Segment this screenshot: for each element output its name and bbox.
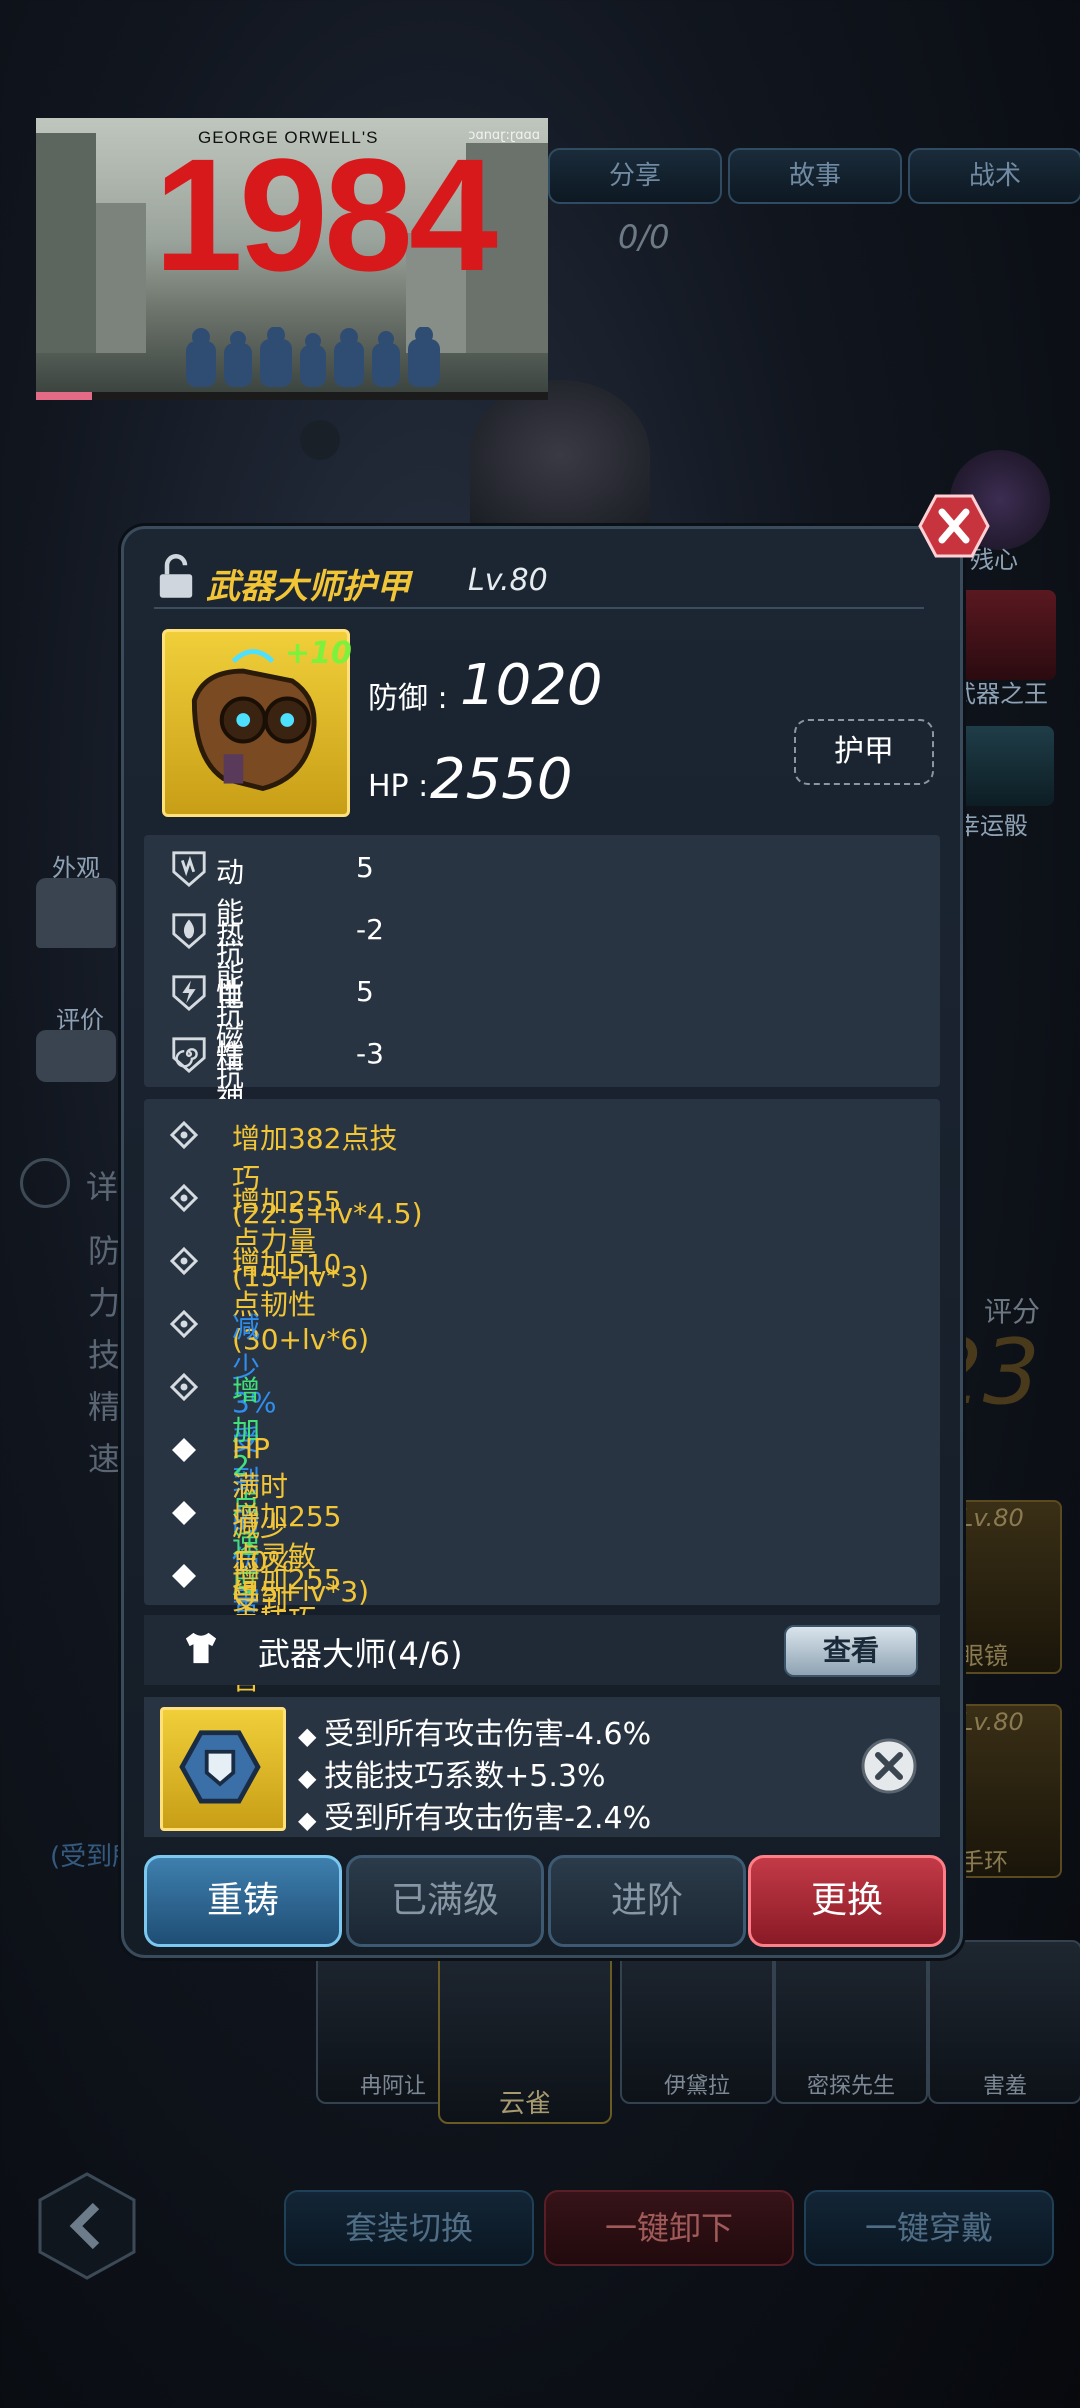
socket-diamond-icon	[170, 1247, 198, 1275]
enhance-level: +10	[285, 636, 352, 671]
defense-label: 防御 :	[368, 681, 448, 716]
socket-diamond-icon	[170, 1310, 198, 1338]
set-effect-text: 受到所有攻击伤害-2.4%	[324, 1801, 652, 1836]
hero-card-selected[interactable]: 云雀	[438, 1950, 612, 2124]
unlock-icon[interactable]	[158, 553, 194, 601]
bracelet-label: 手环	[960, 1848, 1008, 1876]
defense-value: 1020	[460, 653, 603, 718]
hp-label: HP :	[368, 769, 429, 804]
hero-card[interactable]: 伊黛拉	[620, 1940, 774, 2104]
planet	[300, 420, 340, 460]
resistance-panel: 动能抗性 5 热能抗性 -2 电磁抗性 5 精神抗性 -3	[144, 835, 940, 1195]
tab-story[interactable]: 故事	[728, 148, 902, 204]
armor-type-tag: 护甲	[794, 719, 934, 785]
item-title: 武器大师护甲	[206, 567, 410, 607]
set-effect-line: ◆ 受到所有攻击伤害-4.6%	[298, 1709, 651, 1753]
bg-stat-speed: 速	[88, 1440, 121, 1478]
thermal-resistance-icon	[172, 913, 206, 949]
kinetic-resistance-icon	[172, 851, 206, 887]
glasses-label: 眼镜	[960, 1642, 1008, 1670]
shirt-icon[interactable]	[36, 878, 116, 948]
diamond-icon	[172, 1438, 196, 1462]
diamond-icon: ◆	[298, 1764, 325, 1792]
item-level: Lv.80	[468, 563, 548, 598]
video-title: 1984	[154, 125, 498, 304]
video-progress-fill	[36, 392, 93, 400]
side-label-lucky-dice: 幸运骰	[956, 812, 1028, 840]
diamond-icon	[172, 1564, 196, 1588]
character-silhouette	[470, 380, 650, 530]
socket-diamond-icon	[170, 1184, 198, 1212]
set-item-icon	[160, 1707, 286, 1831]
weapon-king-icon[interactable]	[956, 590, 1056, 680]
bg-stat-skill: 技	[88, 1336, 121, 1374]
hero-name: 密探先生	[806, 2074, 895, 2099]
bonus-panel: 增加382点技巧(22.5+lv*4.5) 增加255点力量(15+lv*3) 增加…	[144, 1099, 940, 1696]
set-switch-button[interactable]: 套装切换	[284, 2190, 534, 2266]
shirt-icon	[185, 1632, 217, 1664]
hero-name: 云雀	[498, 2089, 551, 2119]
lucky-dice-icon[interactable]	[958, 726, 1054, 806]
unequip-all-button[interactable]: 一键卸下	[544, 2190, 794, 2266]
building	[96, 203, 146, 353]
equip-all-button[interactable]: 一键穿戴	[804, 2190, 1054, 2266]
video-progress-bar[interactable]	[36, 392, 548, 400]
max-level-button[interactable]: 已满级	[346, 1855, 544, 1947]
side-label-weapon-king: 武器之王	[952, 680, 1048, 708]
reforge-button[interactable]: 重铸	[144, 1855, 342, 1947]
mental-resistance-icon	[172, 1037, 206, 1073]
set-effect-line: ◆ 技能技巧系数+5.3%	[298, 1751, 605, 1795]
people-silhouettes	[186, 327, 440, 387]
close-circle-icon[interactable]	[860, 1737, 918, 1795]
bg-stat-power: 力	[88, 1284, 121, 1322]
replace-button[interactable]: 更换	[748, 1855, 946, 1947]
detail-label: 详	[86, 1168, 119, 1206]
tab-tactics[interactable]: 战术	[908, 148, 1080, 204]
resistance-value: 5	[356, 975, 374, 1008]
set-effect-line: ◆ 受到所有攻击伤害-2.4%	[298, 1793, 651, 1837]
advance-button[interactable]: 进阶	[548, 1855, 746, 1947]
hero-card[interactable]: 密探先生	[774, 1940, 928, 2104]
hero-name: 伊黛拉	[663, 2074, 730, 2099]
chat-icon[interactable]	[36, 1030, 116, 1082]
tab-share[interactable]: 分享	[548, 148, 722, 204]
resistance-value: -3	[356, 1037, 384, 1070]
chip-icon	[179, 1730, 261, 1804]
resistance-value: 5	[356, 851, 374, 884]
set-effect-panel: ◆ 受到所有攻击伤害-4.6% ◆ 技能技巧系数+5.3% ◆ 受到所有攻击伤害-2…	[144, 1697, 940, 1837]
em-resistance-icon	[172, 975, 206, 1011]
diamond-icon: ◆	[298, 1806, 325, 1834]
socket-diamond-icon	[170, 1121, 198, 1149]
set-effect-text: 受到所有攻击伤害-4.6%	[324, 1717, 652, 1752]
resistance-value: -2	[356, 913, 384, 946]
diamond-icon	[172, 1501, 196, 1525]
video-watermark: ɔɑnɑɽ:ɽɑɑɑ	[468, 128, 540, 143]
dialog-header: 武器大师护甲 Lv.80	[158, 549, 918, 609]
divider	[154, 607, 924, 609]
diamond-icon: ◆	[298, 1722, 325, 1750]
view-set-button[interactable]: 查看	[784, 1625, 918, 1677]
bg-stat-spirit: 精	[88, 1388, 121, 1426]
building	[36, 133, 96, 353]
video-thumbnail[interactable]: GEORGE ORWELL'S 1984 ɔɑnɑɽ:ɽɑɑɑ	[36, 118, 548, 393]
hero-name: 害羞	[982, 2074, 1027, 2099]
hero-card[interactable]: 害羞	[928, 1940, 1080, 2104]
socket-diamond-icon	[170, 1373, 198, 1401]
set-bar: 武器大师(4/6) 查看	[144, 1615, 940, 1685]
hero-strip: 冉阿让 云雀 伊黛拉 密探先生 害羞	[310, 1940, 1080, 2124]
set-effect-text: 技能技巧系数+5.3%	[324, 1759, 606, 1794]
armor-item-icon: +10	[162, 629, 352, 817]
set-name: 武器大师(4/6)	[258, 1635, 463, 1673]
count-readout: 0/0	[618, 218, 670, 256]
bg-stat-defense: 防	[88, 1232, 121, 1270]
hp-value: 2550	[430, 747, 573, 812]
glasses-level: Lv.80	[960, 1504, 1024, 1532]
equipment-dialog: 武器大师护甲 Lv.80 +10 防御 : 1020 HP : 2550 护甲 …	[121, 526, 963, 1958]
bracelet-level: Lv.80	[960, 1708, 1024, 1736]
close-icon[interactable]	[918, 494, 990, 558]
search-icon[interactable]	[20, 1158, 70, 1208]
back-button[interactable]	[38, 2172, 136, 2280]
